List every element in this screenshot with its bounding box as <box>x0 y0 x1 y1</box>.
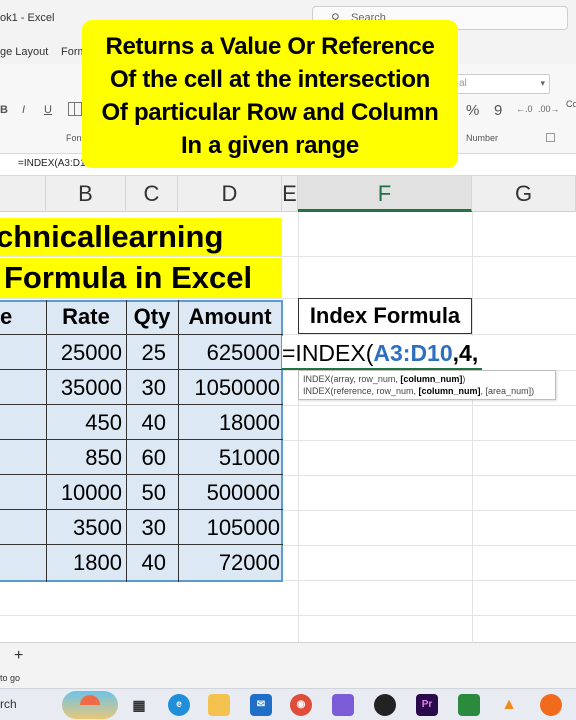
formula-range-reference: A3:D10 <box>373 340 453 366</box>
task-view-icon[interactable]: ▦ <box>128 694 150 716</box>
status-bar: to go <box>0 670 576 688</box>
table-cell-amount[interactable]: 18000 <box>178 405 280 440</box>
sheet-subtitle-banner: Formula in Excel <box>0 258 282 298</box>
premiere-icon[interactable]: Pr <box>416 694 438 716</box>
banner-line: Of the cell at the intersection <box>109 66 431 93</box>
borders-icon[interactable] <box>68 102 82 116</box>
table-cell-amount[interactable]: 500000 <box>178 475 280 510</box>
table-cell-rate[interactable]: 450 <box>46 405 122 440</box>
table-cell-amount[interactable]: 105000 <box>178 510 280 545</box>
table-cell-qty[interactable]: 40 <box>126 405 166 440</box>
table-cell-amount[interactable]: 72000 <box>178 545 280 580</box>
tooltip-text: ) <box>462 374 466 384</box>
search-highlight-image[interactable] <box>62 691 118 719</box>
table-cell-qty[interactable]: 30 <box>126 370 166 405</box>
gridline <box>0 615 576 616</box>
add-sheet-button[interactable]: + <box>14 647 23 665</box>
percent-style-button[interactable]: % <box>466 102 479 119</box>
table-header-name: e <box>0 304 13 329</box>
column-header-g[interactable]: G <box>472 176 576 212</box>
sheet-title-banner: chnicallearning <box>0 218 282 256</box>
table-cell-qty[interactable]: 40 <box>126 545 166 580</box>
banner-line: Of particular Row and Column <box>101 99 439 126</box>
table-cell-rate[interactable]: 1800 <box>46 545 122 580</box>
increase-decimal-icon[interactable]: ←.0 <box>516 104 533 114</box>
chevron-down-icon: ▾ <box>540 78 545 88</box>
table-cell-rate[interactable]: 25000 <box>46 335 122 370</box>
table-cell-rate[interactable]: 35000 <box>46 370 122 405</box>
copilot-icon[interactable] <box>332 694 354 716</box>
windows-taskbar: rch ▦ e ✉ ◉ Pr ▲ <box>0 688 576 720</box>
tooltip-text: , [area_num]) <box>480 386 535 396</box>
banner-line: Returns a Value Or Reference <box>105 33 435 60</box>
comma-style-button[interactable]: 9 <box>494 102 502 119</box>
formula-argument: ,4, <box>452 340 479 366</box>
italic-button[interactable]: I <box>22 104 25 116</box>
gridline <box>0 298 576 299</box>
column-header-c[interactable]: C <box>126 176 178 212</box>
status-text: to go <box>0 673 21 683</box>
tooltip-text: INDEX(array, row_num, <box>303 374 401 384</box>
conditional-formatting-button[interactable]: Co Fo <box>566 98 576 110</box>
number-format-value: al <box>459 78 467 89</box>
sheet-subtitle-text: Formula in Excel <box>4 260 253 295</box>
chrome-icon[interactable]: ◉ <box>290 694 312 716</box>
bold-button[interactable]: B <box>0 104 8 116</box>
table-cell-rate[interactable]: 10000 <box>46 475 122 510</box>
column-headers: B C D E F G <box>0 176 576 212</box>
dialog-launcher-icon[interactable] <box>546 133 555 142</box>
sheet-title-text: chnicallearning <box>0 219 224 254</box>
column-header-b[interactable]: B <box>46 176 126 212</box>
tooltip-current-arg: [column_num] <box>400 374 463 384</box>
tooltip-syntax-reference[interactable]: INDEX(reference, row_num, [column_num], … <box>303 385 551 397</box>
table-header-qty: Qty <box>133 304 171 329</box>
banner-line: In a given range <box>181 132 359 159</box>
function-syntax-tooltip[interactable]: INDEX(array, row_num, [column_num]) INDE… <box>298 370 556 400</box>
gridline <box>0 256 576 257</box>
tooltip-current-arg: [column_num] <box>418 386 481 396</box>
formula-prefix: =INDEX( <box>282 340 374 366</box>
app-icon[interactable] <box>458 694 480 716</box>
column-header-partial[interactable] <box>0 176 46 212</box>
font-group-label: Fon <box>66 133 82 143</box>
app-icon[interactable] <box>374 694 396 716</box>
underline-button[interactable]: U <box>44 104 52 116</box>
gridline <box>298 212 299 642</box>
edge-icon[interactable]: e <box>168 694 190 716</box>
description-banner: Returns a Value Or Reference Of the cell… <box>82 20 458 168</box>
table-cell-rate[interactable]: 3500 <box>46 510 122 545</box>
active-cell-editor[interactable]: =INDEX(A3:D10,4, <box>282 336 483 370</box>
tab-page-layout[interactable]: ge Layout <box>0 46 48 58</box>
index-formula-header[interactable]: Index Formula <box>298 298 472 334</box>
decrease-decimal-icon[interactable]: .00→ <box>538 104 560 114</box>
number-format-select[interactable]: al ▾ <box>450 74 550 94</box>
table-cell-rate[interactable]: 850 <box>46 440 122 475</box>
table-cell-qty[interactable]: 25 <box>126 335 166 370</box>
table-header-amount: Amount <box>188 304 272 329</box>
window-title: ok1 - Excel <box>0 12 55 24</box>
table-cell-qty[interactable]: 30 <box>126 510 166 545</box>
column-header-e[interactable]: E <box>282 176 298 212</box>
gridline <box>472 212 473 642</box>
vlc-icon[interactable]: ▲ <box>498 694 520 716</box>
tooltip-syntax-array[interactable]: INDEX(array, row_num, [column_num]) <box>303 373 551 385</box>
sheet-tab-bar: + <box>0 642 576 670</box>
tooltip-text: INDEX(reference, row_num, <box>303 386 419 396</box>
table-cell-qty[interactable]: 50 <box>126 475 166 510</box>
firefox-icon[interactable] <box>540 694 562 716</box>
column-header-f[interactable]: F <box>298 176 472 212</box>
table-cell-amount[interactable]: 51000 <box>178 440 280 475</box>
table-cell-amount[interactable]: 1050000 <box>178 370 280 405</box>
number-group-label: Number <box>466 133 499 143</box>
table-cell-qty[interactable]: 60 <box>126 440 166 475</box>
column-header-d[interactable]: D <box>178 176 282 212</box>
table-cell-amount[interactable]: 625000 <box>178 335 280 370</box>
file-explorer-icon[interactable] <box>208 694 230 716</box>
mail-icon[interactable]: ✉ <box>250 694 272 716</box>
table-header-rate: Rate <box>62 304 110 329</box>
taskbar-search[interactable]: rch <box>0 697 17 711</box>
